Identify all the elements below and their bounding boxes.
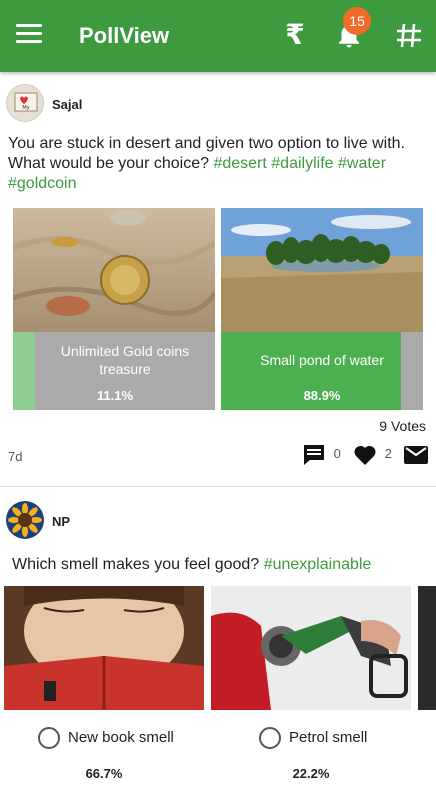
- app-bar: PollView ₹ 15: [0, 0, 436, 72]
- poll-option-petrol-smell[interactable]: [211, 586, 411, 710]
- poll-question: Which smell makes you feel good? #unexpl…: [12, 555, 432, 575]
- hashtag[interactable]: #water: [338, 155, 386, 172]
- hashtag-icon[interactable]: [394, 20, 424, 50]
- svg-text:My: My: [22, 105, 29, 111]
- gold-coins-image: [13, 208, 215, 332]
- hashtag[interactable]: #unexplainable: [264, 556, 372, 573]
- radio-button[interactable]: [259, 727, 281, 749]
- username[interactable]: NP: [52, 514, 70, 529]
- option-label: Small pond of water: [260, 352, 384, 368]
- poll-card: NP Which smell makes you feel good? #une…: [0, 486, 436, 800]
- result-bar-fill: [13, 332, 35, 410]
- share-button[interactable]: [404, 446, 428, 467]
- poll-option-gold-coins[interactable]: Unlimited Gold coins treasure 11.1%: [13, 208, 215, 410]
- rupee-icon[interactable]: ₹: [280, 20, 310, 50]
- heart-icon: [354, 445, 376, 465]
- vote-option-petrol-smell[interactable]: Petrol smell: [259, 727, 367, 749]
- poll-option-new-book-smell[interactable]: [4, 586, 204, 710]
- like-count: 2: [384, 446, 392, 462]
- post-age: 7d: [8, 449, 23, 464]
- comment-icon: [304, 445, 324, 465]
- comment-button[interactable]: 0: [302, 444, 341, 466]
- poll-card: My Sajal You are stuck in desert and giv…: [0, 72, 436, 476]
- poll-option-partial[interactable]: [418, 586, 436, 710]
- petrol-image: [211, 586, 411, 710]
- option-percent: 22.2%: [292, 766, 330, 781]
- radio-button[interactable]: [38, 727, 60, 749]
- option-label: Petrol smell: [289, 728, 368, 746]
- book-image: [4, 586, 204, 710]
- vote-option-new-book-smell[interactable]: New book smell: [38, 727, 174, 749]
- avatar[interactable]: [6, 501, 44, 539]
- vote-count: 9 Votes: [379, 418, 426, 434]
- hashtag[interactable]: #goldcoin: [8, 175, 77, 192]
- option-label: Unlimited Gold coins treasure: [60, 343, 190, 377]
- app-title: PollView: [79, 23, 170, 48]
- like-button[interactable]: 2: [353, 444, 392, 466]
- comment-count: 0: [333, 446, 341, 462]
- poll-question: You are stuck in desert and given two op…: [8, 134, 428, 194]
- poll-option-pond[interactable]: Small pond of water 88.9%: [221, 208, 423, 410]
- hashtag[interactable]: #desert: [213, 155, 266, 172]
- option-percent: 88.9%: [303, 388, 341, 403]
- option-percent: 66.7%: [85, 766, 123, 781]
- hashtag[interactable]: #dailylife: [271, 155, 333, 172]
- avatar[interactable]: My: [6, 84, 44, 122]
- notification-badge[interactable]: 15: [343, 7, 371, 35]
- mail-icon: [404, 446, 428, 464]
- question-text: Which smell makes you feel good?: [12, 556, 260, 573]
- option-label: New book smell: [68, 728, 174, 746]
- menu-icon[interactable]: [16, 24, 42, 48]
- pond-image: [221, 208, 423, 332]
- username[interactable]: Sajal: [52, 97, 82, 112]
- option-percent: 11.1%: [96, 388, 134, 403]
